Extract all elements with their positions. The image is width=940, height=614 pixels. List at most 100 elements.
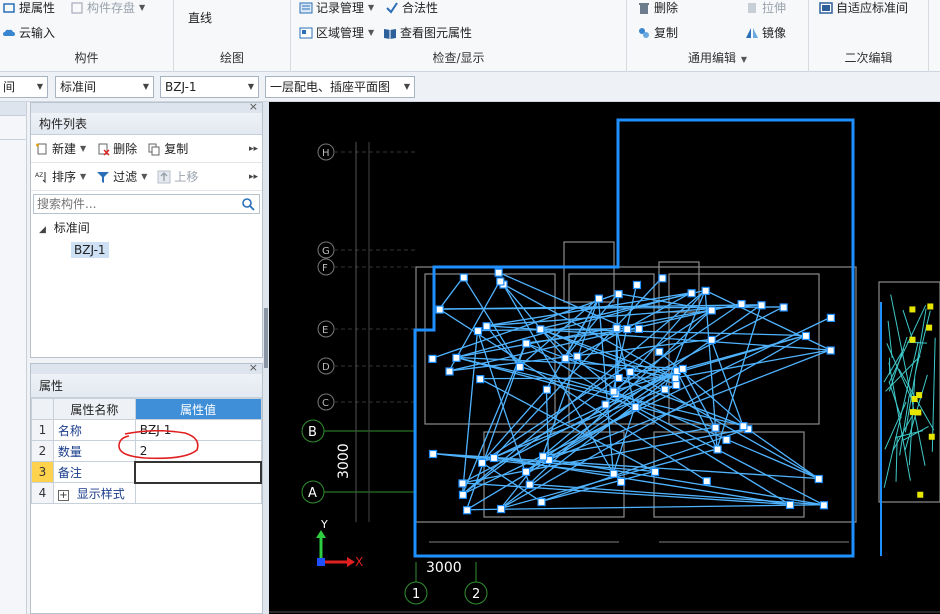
- device-symbol: [561, 354, 570, 363]
- header-property-name: 属性名称: [52, 398, 136, 420]
- device-symbol: [536, 325, 545, 334]
- device-symbol: [909, 409, 916, 416]
- left-collapsed-panel: [0, 102, 27, 614]
- tree-node-child[interactable]: BZJ-1: [31, 239, 262, 261]
- device-symbol: [489, 453, 499, 463]
- component-search-input[interactable]: [34, 195, 234, 213]
- device-symbol: [473, 326, 483, 336]
- device-symbol: [722, 435, 731, 445]
- more-icon[interactable]: ▸▸: [249, 144, 258, 154]
- device-symbol: [650, 467, 660, 476]
- chevron-down-icon: ▼: [368, 3, 375, 12]
- device-symbol: [428, 449, 438, 459]
- properties-panel: × 属性 属性名称 属性值 1 名称 BZJ-1 2 数量 2 3 备注 4 +…: [30, 361, 263, 614]
- delete-component-button[interactable]: 删除: [96, 140, 137, 157]
- axis-label-H: H: [322, 148, 330, 159]
- more-icon[interactable]: ▸▸: [249, 172, 258, 182]
- close-icon[interactable]: ×: [249, 100, 258, 113]
- drawing-canvas[interactable]: HGFEDCBA 3000 3000 1 2 Y X: [269, 102, 940, 614]
- wire-segment: [466, 504, 824, 511]
- device-symbol: [671, 374, 680, 383]
- validity-check-button[interactable]: 合法性: [385, 0, 438, 18]
- stretch-button[interactable]: 拉伸: [745, 0, 786, 18]
- red-annotation-circle: [118, 430, 199, 460]
- device-symbol: [626, 367, 635, 377]
- drawing-select[interactable]: 一层配电、插座平面图 ▼: [265, 76, 415, 98]
- cad-drawing[interactable]: HGFEDCBA 3000 3000 1 2 Y X: [269, 102, 940, 614]
- device-symbol: [435, 305, 444, 314]
- device-symbol: [707, 306, 716, 315]
- category-select[interactable]: 标准间 ▼: [55, 76, 154, 98]
- chevron-down-icon: ▼: [139, 3, 146, 12]
- property-value-cell-editing[interactable]: [134, 460, 262, 484]
- table-row[interactable]: 3 备注: [31, 460, 262, 484]
- delete-icon: [639, 3, 649, 14]
- record-manage-icon: [299, 2, 313, 14]
- extract-attribute-button[interactable]: 提属性: [2, 0, 55, 18]
- device-symbol: [538, 452, 548, 461]
- copy-button[interactable]: 复制: [637, 23, 678, 43]
- chevron-down-icon: ▼: [141, 172, 148, 181]
- panel-header-bar: ×: [31, 361, 262, 374]
- copy-component-button[interactable]: 复制: [147, 140, 188, 157]
- wire-segment: [438, 276, 464, 310]
- device-symbol: [458, 479, 467, 488]
- device-symbol: [917, 491, 924, 498]
- record-manage-button[interactable]: 记录管理 ▼: [299, 0, 374, 18]
- tree-node-root[interactable]: ◢ 标准间: [31, 217, 262, 239]
- wire-segment: [500, 448, 718, 510]
- device-symbol: [458, 490, 468, 499]
- delete-icon: [98, 143, 110, 156]
- ucs-icon: Y X: [316, 518, 363, 569]
- type-select[interactable]: 间 ▼: [0, 76, 48, 98]
- mirror-button[interactable]: 镜像: [745, 23, 786, 43]
- search-icon[interactable]: [241, 197, 255, 211]
- component-save-icon: [71, 2, 83, 14]
- wire-segment: [634, 406, 824, 506]
- device-symbol: [909, 336, 916, 343]
- device-symbol: [826, 313, 835, 322]
- extract-attribute-icon: [3, 3, 15, 13]
- axis-label-A: A: [308, 486, 317, 501]
- property-value-cell[interactable]: [134, 482, 262, 504]
- collapse-triangle-icon[interactable]: ◢: [39, 225, 46, 235]
- filter-button[interactable]: 过滤 ▼: [96, 168, 147, 185]
- device-symbol: [909, 306, 916, 313]
- ribbon-group-draw: 直线 绘图: [174, 0, 291, 72]
- device-symbol: [445, 367, 454, 376]
- move-up-button[interactable]: 上移: [157, 168, 198, 185]
- device-symbol: [482, 322, 491, 331]
- axis-grid: H GF E D C B A: [301, 142, 415, 522]
- line-button[interactable]: 直线: [188, 8, 212, 28]
- wire-segment: [902, 309, 914, 340]
- close-icon[interactable]: ×: [249, 361, 258, 374]
- device-symbol: [525, 480, 534, 489]
- wire-segment: [675, 370, 718, 450]
- ribbon-group-title: 绘图: [219, 51, 244, 65]
- wire-segment: [903, 425, 929, 441]
- device-symbol: [819, 501, 829, 510]
- view-element-attr-button[interactable]: 查看图元属性: [383, 23, 472, 43]
- sort-button[interactable]: AZ 排序 ▼: [35, 168, 86, 185]
- device-symbol: [496, 277, 505, 286]
- component-save-button[interactable]: 构件存盘 ▼: [70, 0, 145, 18]
- ribbon-group-title-edit[interactable]: 通用编辑 ▼: [627, 49, 808, 66]
- device-symbol: [522, 339, 531, 348]
- table-row[interactable]: 4 + 显示样式: [31, 482, 262, 504]
- component-select[interactable]: BZJ-1 ▼: [160, 76, 259, 98]
- component-toolbar-2: AZ 排序 ▼ 过滤 ▼ 上移 ▸▸: [31, 163, 262, 191]
- device-symbol: [911, 396, 918, 403]
- expand-icon[interactable]: +: [57, 489, 69, 501]
- cloud-input-button[interactable]: 云输入: [2, 23, 55, 43]
- wire-segment: [529, 483, 824, 506]
- device-symbol: [537, 497, 546, 507]
- chevron-down-icon: ▼: [247, 82, 254, 91]
- new-component-button[interactable]: 新建 ▼: [35, 140, 86, 157]
- device-symbol: [928, 433, 935, 440]
- adaptive-room-button[interactable]: 自适应标准间: [819, 0, 908, 18]
- delete-button[interactable]: 删除: [637, 0, 678, 18]
- area-manage-button[interactable]: 区域管理 ▼: [299, 23, 374, 43]
- splitter-grip[interactable]: [264, 308, 268, 368]
- component-search-box: [33, 194, 260, 214]
- copy-icon: [639, 28, 649, 38]
